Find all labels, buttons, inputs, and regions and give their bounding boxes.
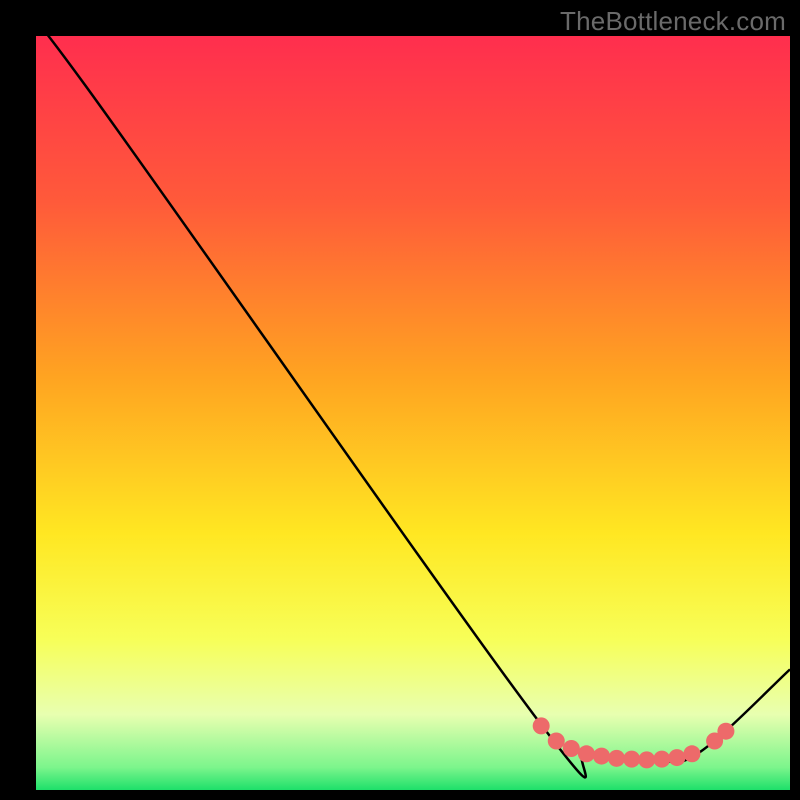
highlight-dot [668,749,685,766]
highlight-dot [717,723,734,740]
highlight-dot [548,732,565,749]
highlight-dot [653,751,670,768]
plot-background [36,36,790,790]
highlight-dot [578,745,595,762]
watermark-text: TheBottleneck.com [560,6,786,37]
highlight-dot [683,745,700,762]
bottleneck-curve-chart [0,0,800,800]
highlight-dot [608,750,625,767]
highlight-dot [533,717,550,734]
highlight-dot [623,751,640,768]
highlight-dot [593,748,610,765]
chart-stage: TheBottleneck.com [0,0,800,800]
highlight-dot [563,740,580,757]
highlight-dot [638,751,655,768]
